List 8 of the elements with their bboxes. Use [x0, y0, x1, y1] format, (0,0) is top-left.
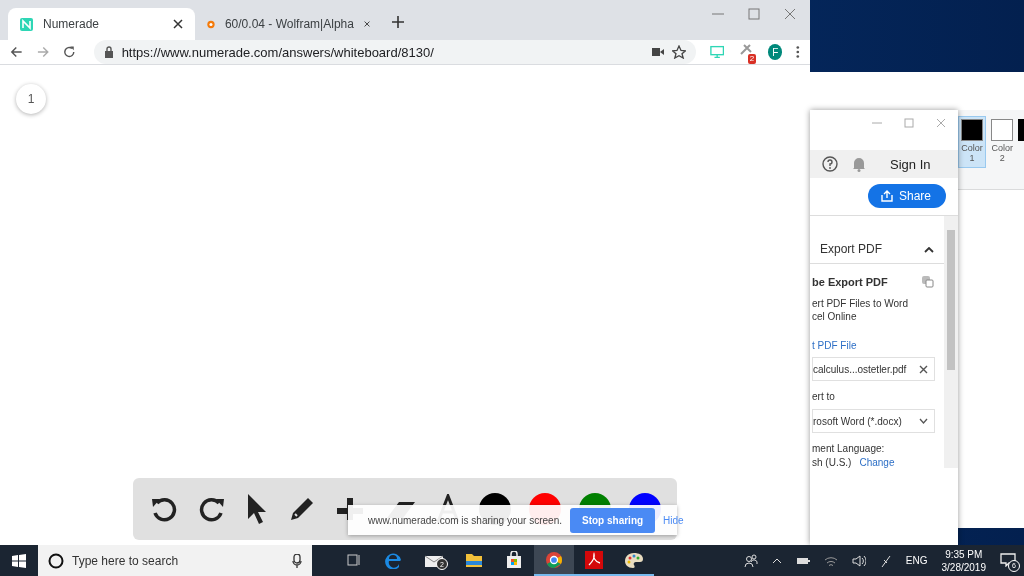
sharing-message: www.numerade.com is sharing your screen.: [368, 514, 562, 526]
extension-badge: 2: [747, 54, 757, 64]
description-line: cel Online: [812, 310, 858, 323]
language-label: ment Language:: [812, 443, 886, 454]
language-value: sh (U.S.): [812, 457, 852, 468]
convert-label: ert to: [812, 391, 836, 402]
description-line: ert PDF Files to Word: [812, 297, 909, 310]
tool-heading: be Export PDF: [812, 276, 888, 288]
